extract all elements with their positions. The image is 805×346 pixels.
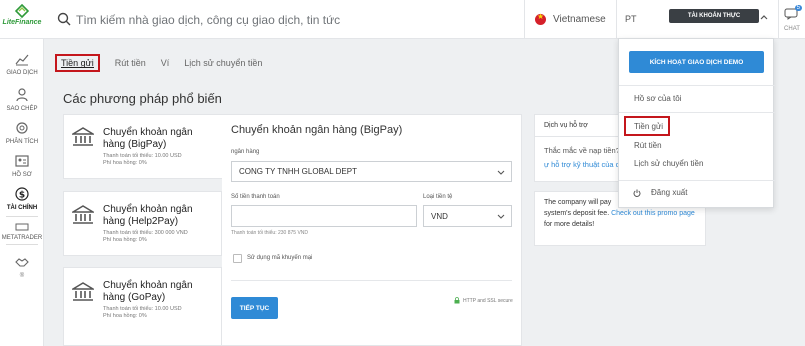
language-selector[interactable]: Vietnamese	[524, 0, 616, 38]
payment-methods-list: Chuyển khoản ngân hàng (BigPay) Thanh to…	[63, 114, 223, 346]
chevron-down-icon	[497, 170, 505, 175]
method-min: Thanh toán tối thiểu: 10.00 USD	[103, 153, 182, 159]
tab-withdraw[interactable]: Rút tiền	[115, 58, 146, 68]
menu-item-history[interactable]: Lịch sử chuyển tiền	[634, 159, 703, 168]
promo-link[interactable]: Check out this promo page	[611, 210, 695, 217]
tab-wallet[interactable]: Ví	[161, 58, 170, 68]
form-divider	[231, 280, 512, 281]
method-min: Thanh toán tối thiểu: 300 000 VND	[103, 230, 188, 236]
payment-method-gopay[interactable]: Chuyển khoản ngân hàng (GoPay) Thanh toá…	[63, 267, 222, 346]
continue-button[interactable]: TIẾP TỤC	[231, 297, 278, 319]
method-name: Chuyển khoản ngân hàng (Help2Pay)	[103, 204, 193, 227]
support-question: Thắc mắc về nạp tiền?	[544, 146, 620, 155]
sidebar-item-label: TÀI CHÍNH	[6, 205, 38, 211]
currency-select-value: VND	[431, 211, 448, 221]
sidebar-item-label: GIAO DỊCH	[6, 70, 38, 76]
method-name: Chuyển khoản ngân hàng (GoPay)	[103, 280, 193, 303]
chat-button[interactable]: 5 CHAT	[778, 0, 805, 38]
payment-method-help2pay[interactable]: Chuyển khoản ngân hàng (Help2Pay) Thanh …	[63, 191, 222, 256]
promo-code-checkbox[interactable]	[233, 254, 242, 263]
analysis-icon	[16, 122, 28, 134]
dropdown-divider	[619, 180, 775, 181]
menu-item-logout[interactable]: Đăng xuất	[651, 188, 687, 197]
method-fee: Phí hoa hồng: 0%	[103, 313, 147, 319]
sidebar-item-partner[interactable]: ®	[0, 255, 44, 279]
chevron-down-icon	[497, 214, 505, 219]
account-dropdown: KÍCH HOẠT GIAO DỊCH DEMO Hồ sơ của tôi T…	[618, 38, 775, 208]
tab-deposit[interactable]: Tiền gửi	[55, 54, 100, 72]
search-input[interactable]	[76, 10, 506, 30]
promo-text-before: The company will pay	[544, 199, 612, 206]
currency-label: Loại tiền tệ	[423, 194, 453, 200]
logo-mark-icon	[14, 3, 30, 19]
promo-text-mid: system's deposit fee.	[544, 210, 610, 217]
top-bar: LiteFinance Vietnamese PT TÀI KHOẢN THỰC…	[0, 0, 805, 39]
deposit-form: Chuyển khoản ngân hàng (BigPay) ngân hàn…	[222, 114, 522, 346]
sidebar-item-trading[interactable]: GIAO DỊCH	[0, 52, 44, 76]
method-name: Chuyển khoản ngân hàng (BigPay)	[103, 127, 193, 150]
profile-icon	[15, 155, 29, 167]
sidebar-item-label: PHÂN TÍCH	[5, 139, 39, 145]
dollar-icon: $	[15, 187, 29, 201]
handshake-icon	[15, 258, 29, 267]
sidebar-item-label: METATRADER	[1, 235, 43, 241]
dropdown-divider	[619, 85, 775, 86]
sidebar-item-finance[interactable]: $ TÀI CHÍNH	[0, 187, 44, 211]
form-title: Chuyển khoản ngân hàng (BigPay)	[231, 124, 403, 136]
sidebar-divider	[6, 244, 38, 245]
secure-note: HTTP and SSL secure	[454, 297, 513, 304]
menu-item-withdraw[interactable]: Rút tiền	[634, 141, 662, 150]
chevron-up-icon	[760, 15, 768, 20]
lock-icon	[454, 297, 460, 304]
section-title: Các phương pháp phổ biến	[63, 91, 222, 106]
secure-label: HTTP and SSL secure	[463, 297, 513, 304]
promo-code-label: Sử dụng mã khuyến mại	[247, 255, 313, 261]
search-icon	[57, 12, 71, 26]
method-min: Thanh toán tối thiểu: 10.00 USD	[103, 306, 182, 312]
bank-icon	[72, 127, 94, 146]
bank-label: ngân hàng	[231, 149, 260, 155]
bank-icon	[72, 205, 94, 224]
account-menu-toggle[interactable]: PT TÀI KHOẢN THỰC	[616, 0, 776, 38]
payment-method-bigpay[interactable]: Chuyển khoản ngân hàng (BigPay) Thanh to…	[63, 114, 223, 179]
chat-badge: 5	[794, 5, 802, 11]
finance-tabs: Tiền gửi Rút tiền Ví Lịch sử chuyển tiền	[55, 53, 277, 73]
sidebar-item-copy[interactable]: SAO CHÉP	[0, 88, 44, 112]
chart-icon	[15, 54, 29, 66]
vietnam-flag-icon	[535, 12, 546, 25]
metatrader-icon	[15, 223, 29, 231]
user-initials: PT	[625, 14, 637, 24]
sidebar-item-profile[interactable]: HỒ SƠ	[0, 154, 44, 178]
dropdown-divider	[619, 112, 775, 113]
method-fee: Phí hoa hồng: 0%	[103, 160, 147, 166]
chat-label: CHAT	[784, 26, 800, 32]
sidebar: GIAO DỊCH SAO CHÉP PHÂN TÍCH HỒ SƠ $ TÀI…	[0, 39, 44, 346]
bank-icon	[72, 282, 94, 301]
bank-select[interactable]: CONG TY TNHH GLOBAL DEPT	[231, 161, 512, 182]
language-label: Vietnamese	[553, 13, 606, 25]
account-type-badge: TÀI KHOẢN THỰC	[669, 9, 759, 23]
currency-select[interactable]: VND	[423, 205, 512, 227]
menu-item-profile[interactable]: Hồ sơ của tôi	[634, 94, 682, 103]
logo[interactable]: LiteFinance	[2, 3, 42, 34]
tab-transfer-history[interactable]: Lịch sử chuyển tiền	[184, 58, 262, 68]
amount-label: Số tiền thanh toán	[231, 194, 280, 200]
svg-text:$: $	[19, 191, 25, 201]
method-fee: Phí hoa hồng: 0%	[103, 237, 147, 243]
logo-text: LiteFinance	[2, 19, 42, 26]
sidebar-item-label: SAO CHÉP	[6, 106, 38, 112]
sidebar-item-partner-mark: ®	[19, 273, 25, 279]
sidebar-divider	[6, 216, 38, 217]
menu-item-deposit[interactable]: Tiền gửi	[634, 122, 663, 131]
amount-input[interactable]	[231, 205, 417, 227]
activate-demo-button[interactable]: KÍCH HOẠT GIAO DỊCH DEMO	[629, 51, 764, 73]
amount-hint: Thanh toán tối thiểu: 230 875 VND	[231, 230, 308, 236]
power-icon	[633, 189, 641, 197]
sidebar-item-label: HỒ SƠ	[12, 172, 32, 178]
promo-text-after: for more details!	[544, 221, 595, 228]
sidebar-item-metatrader[interactable]: METATRADER	[0, 223, 44, 241]
sidebar-item-analysis[interactable]: PHÂN TÍCH	[0, 121, 44, 145]
copy-trader-icon	[16, 88, 28, 102]
bank-select-value: CONG TY TNHH GLOBAL DEPT	[239, 167, 357, 176]
